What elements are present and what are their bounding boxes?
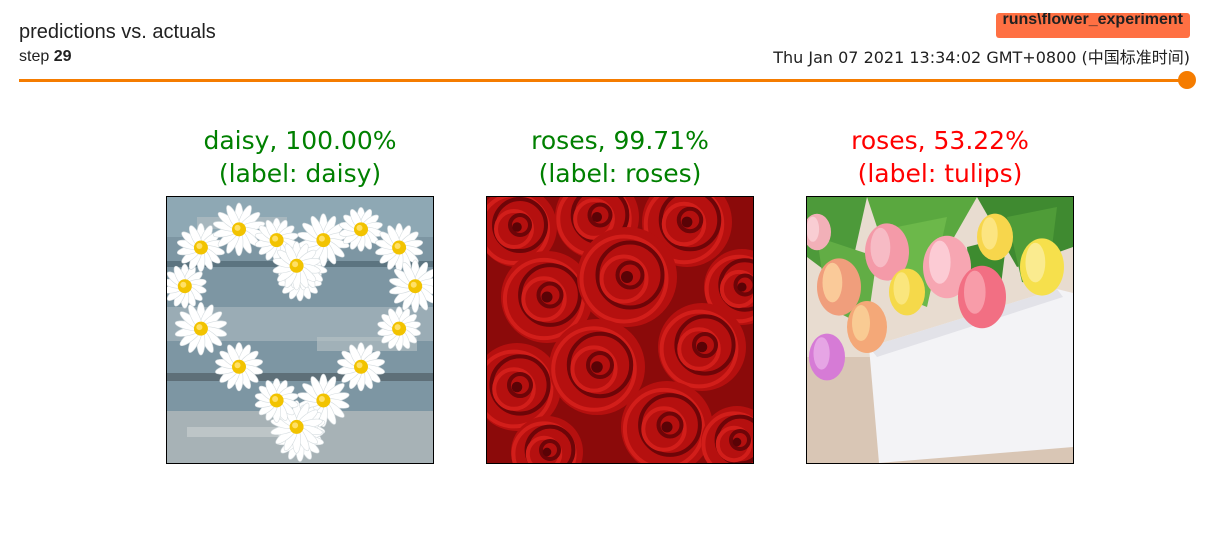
tulip-head: [889, 268, 925, 316]
red-roses-photo: [486, 196, 754, 464]
run-badge: runs\flower_experiment: [995, 13, 1190, 38]
prediction-panel-2: roses, 99.71% (label: roses): [486, 124, 754, 464]
label-text-2: (label: roses): [538, 159, 702, 188]
tulips-and-card-photo: [806, 196, 1074, 464]
step-slider-track[interactable]: [19, 79, 1187, 82]
wall-time: Thu Jan 07 2021 13:34:02 GMT+0800 (中国标准时…: [773, 48, 1190, 67]
prediction-panel-1: daisy, 100.00% (label: daisy): [166, 124, 434, 464]
run-name: runs\flower_experiment: [1002, 11, 1184, 28]
prediction-text-2: roses, 99.71%: [531, 126, 709, 155]
tulip-head: [809, 333, 845, 381]
tulip-head: [977, 213, 1013, 261]
step-label: step: [19, 48, 50, 65]
tulip-head: [958, 265, 1006, 329]
prediction-figure: daisy, 100.00% (label: daisy) roses, 99.…: [0, 100, 1208, 545]
prediction-text-1: daisy, 100.00%: [203, 126, 397, 155]
step-value: 29: [53, 48, 72, 65]
label-text-1: (label: daisy): [218, 159, 382, 188]
prediction-text-3: roses, 53.22%: [851, 126, 1029, 155]
step-indicator: step 29: [19, 47, 72, 67]
daisy-heart-photo: [166, 196, 434, 464]
step-slider-thumb[interactable]: [1178, 71, 1196, 89]
prediction-panel-3: roses, 53.22% (label: tulips): [806, 124, 1074, 464]
prediction-title-1: daisy, 100.00% (label: daisy): [166, 124, 434, 190]
rose-bloom: [658, 303, 746, 391]
tulip-head: [847, 301, 887, 353]
tulip-head: [1020, 238, 1064, 296]
rose-bloom: [577, 227, 677, 327]
image-card-header: predictions vs. actuals step 29 runs\flo…: [19, 0, 1191, 82]
prediction-title-2: roses, 99.71% (label: roses): [486, 124, 754, 190]
card-title: predictions vs. actuals: [19, 21, 216, 43]
prediction-title-3: roses, 53.22% (label: tulips): [806, 124, 1074, 190]
label-text-3: (label: tulips): [857, 159, 1023, 188]
